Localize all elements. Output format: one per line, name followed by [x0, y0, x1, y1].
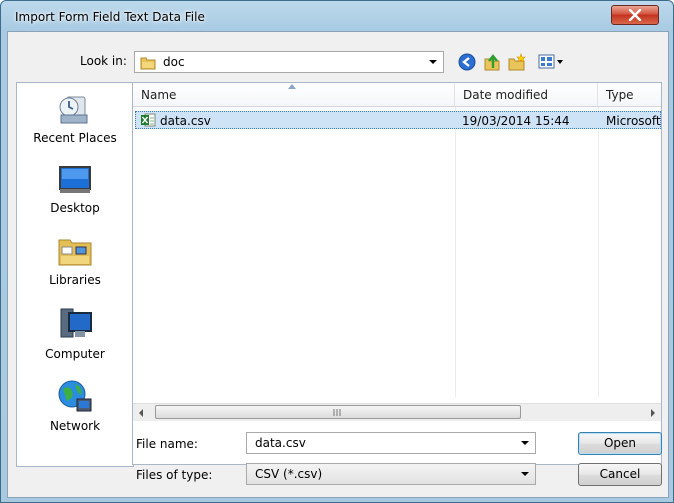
file-name-input[interactable]: data.csv	[246, 432, 536, 454]
place-libraries[interactable]: Libraries	[17, 231, 133, 291]
open-button[interactable]: Open	[578, 432, 662, 455]
file-type-cell: Microsoft	[606, 114, 661, 128]
place-computer[interactable]: Computer	[17, 305, 133, 365]
file-date-cell: 19/03/2014 15:44	[462, 114, 570, 128]
network-icon	[58, 380, 92, 412]
close-button[interactable]	[611, 5, 659, 25]
place-label: Desktop	[50, 201, 100, 215]
sort-ascending-icon	[288, 84, 296, 89]
horizontal-scrollbar[interactable]	[133, 403, 661, 421]
column-header-type[interactable]: Type	[598, 83, 661, 107]
place-label: Computer	[45, 347, 105, 361]
place-label: Libraries	[49, 273, 101, 287]
file-name-value: data.csv	[255, 436, 306, 450]
back-icon[interactable]	[458, 53, 476, 71]
file-type-label: Files of type:	[136, 468, 213, 482]
window-title: Import Form Field Text Data File	[15, 10, 205, 24]
column-header-date-modified[interactable]: Date modified	[455, 83, 598, 107]
excel-file-icon	[141, 113, 156, 127]
look-in-label: Look in:	[80, 54, 127, 68]
title-bar[interactable]: Import Form Field Text Data File	[1, 1, 673, 31]
place-desktop[interactable]: Desktop	[17, 163, 133, 221]
scrollbar-thumb[interactable]	[155, 405, 521, 419]
places-bar: Recent Places Desktop Libraries Computer…	[16, 82, 134, 467]
place-label: Network	[49, 419, 101, 433]
scroll-right-icon[interactable]	[651, 409, 655, 417]
close-icon	[628, 9, 642, 21]
file-dialog: Import Form Field Text Data File Look in…	[0, 0, 674, 503]
libraries-icon	[58, 239, 92, 266]
grip-icon	[333, 409, 341, 416]
computer-icon	[60, 308, 92, 338]
file-type-value: CSV (*.csv)	[255, 467, 323, 481]
recent-places-icon	[59, 96, 88, 124]
column-divider	[455, 107, 456, 397]
place-label: Recent Places	[33, 131, 117, 145]
chevron-down-icon[interactable]	[521, 441, 529, 445]
file-name-cell: data.csv	[160, 114, 211, 128]
folder-icon	[140, 57, 156, 70]
file-name-label: File name:	[136, 437, 198, 451]
look-in-value: doc	[163, 55, 185, 69]
up-folder-icon[interactable]	[483, 53, 501, 71]
file-type-select[interactable]: CSV (*.csv)	[246, 463, 536, 485]
dialog-client: Look in: doc Recent Places Desktop Libra…	[7, 31, 669, 498]
column-header-name[interactable]: Name	[133, 83, 455, 107]
file-row[interactable]: data.csv 19/03/2014 15:44 Microsoft	[135, 111, 661, 129]
view-menu-icon[interactable]	[538, 53, 566, 71]
scroll-left-icon[interactable]	[139, 409, 143, 417]
file-list[interactable]: Name Date modified Type data.csv 19/03/2…	[132, 82, 662, 465]
place-network[interactable]: Network	[17, 379, 133, 439]
column-divider	[598, 107, 599, 397]
cancel-button[interactable]: Cancel	[578, 463, 662, 486]
place-recent-places[interactable]: Recent Places	[17, 89, 133, 149]
new-folder-icon[interactable]	[508, 53, 526, 71]
look-in-combo[interactable]: doc	[134, 51, 444, 73]
desktop-icon	[59, 166, 91, 193]
chevron-down-icon	[429, 60, 437, 64]
chevron-down-icon	[521, 472, 529, 476]
